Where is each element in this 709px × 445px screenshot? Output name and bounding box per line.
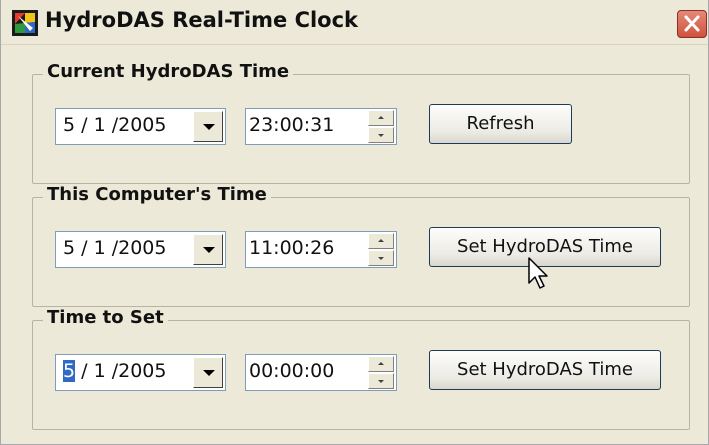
close-icon: [684, 15, 700, 32]
time-spinner: [368, 356, 394, 389]
time-spinner: [368, 233, 394, 266]
date-picker[interactable]: 5 / 1 /2005: [55, 354, 226, 391]
group-label: This Computer's Time: [43, 184, 271, 205]
date-value: 5 / 1 /2005: [63, 360, 167, 382]
date-picker[interactable]: 5 / 1 /2005: [55, 231, 226, 268]
chevron-down-icon: [203, 247, 215, 253]
close-button[interactable]: [677, 10, 707, 38]
time-to-set-group: Time to Set 5 / 1 /2005 00:00:00 Set Hyd…: [32, 307, 690, 430]
time-value: 11:00:26: [249, 237, 335, 259]
time-picker[interactable]: 00:00:00: [245, 354, 397, 391]
date-picker[interactable]: 5 / 1 /2005: [55, 108, 226, 145]
date-dropdown-button[interactable]: [193, 111, 223, 142]
set-hydrodas-time-button[interactable]: Set HydroDAS Time: [429, 350, 661, 390]
spin-up-icon: [378, 239, 384, 242]
refresh-button[interactable]: Refresh: [429, 104, 572, 144]
spin-up-button[interactable]: [368, 110, 394, 126]
spin-down-icon: [378, 380, 384, 383]
hydrodas-app-icon: [12, 10, 38, 36]
time-spinner: [368, 110, 394, 143]
chevron-down-icon: [203, 124, 215, 130]
time-picker[interactable]: 23:00:31: [245, 108, 397, 145]
spin-up-icon: [378, 362, 384, 365]
current-hydrodas-time-group: Current HydroDAS Time 5 / 1 /2005 23:00:…: [32, 61, 690, 184]
date-value: 5 / 1 /2005: [63, 237, 167, 259]
mouse-pointer-icon: [528, 257, 548, 289]
spin-down-button[interactable]: [368, 250, 394, 266]
time-value: 23:00:31: [249, 114, 335, 136]
spin-up-button[interactable]: [368, 356, 394, 372]
window-title: HydroDAS Real-Time Clock: [45, 8, 359, 32]
hydrodas-clock-window: HydroDAS Real-Time Clock Current HydroDA…: [0, 0, 709, 445]
time-value: 00:00:00: [249, 360, 335, 382]
this-computers-time-group: This Computer's Time 5 / 1 /2005 11:00:2…: [32, 184, 690, 307]
group-label: Current HydroDAS Time: [43, 61, 294, 82]
chevron-down-icon: [203, 370, 215, 376]
spin-down-button[interactable]: [368, 127, 394, 143]
spin-down-icon: [378, 257, 384, 260]
date-dropdown-button[interactable]: [193, 357, 223, 388]
group-label: Time to Set: [43, 307, 168, 328]
time-picker[interactable]: 11:00:26: [245, 231, 397, 268]
window-client-area: Current HydroDAS Time 5 / 1 /2005 23:00:…: [9, 46, 702, 430]
date-dropdown-button[interactable]: [193, 234, 223, 265]
title-bar[interactable]: HydroDAS Real-Time Clock: [1, 0, 708, 45]
spin-up-icon: [378, 116, 384, 119]
spin-down-button[interactable]: [368, 373, 394, 389]
date-value: 5 / 1 /2005: [63, 114, 167, 136]
spin-down-icon: [378, 134, 384, 137]
spin-up-button[interactable]: [368, 233, 394, 249]
